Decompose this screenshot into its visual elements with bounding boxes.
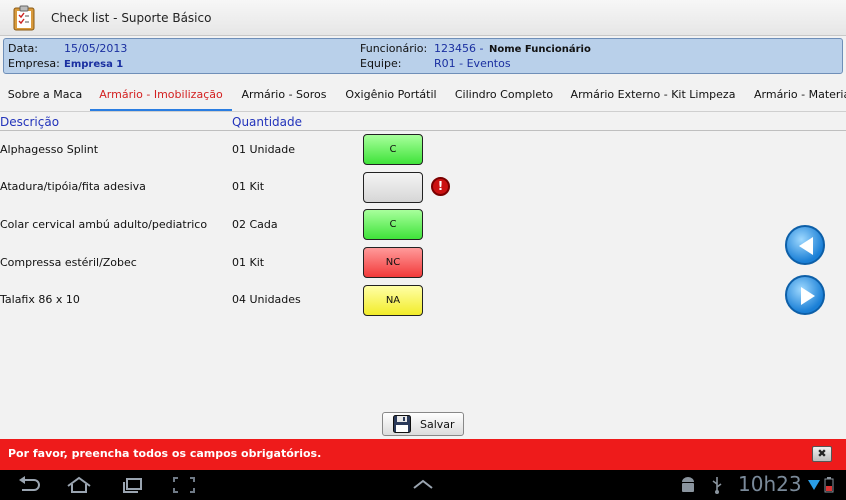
tab-armario-imobilizacao[interactable]: Armário - Imobilização	[90, 78, 232, 111]
item-descricao: Atadura/tipóia/fita adesiva	[0, 180, 146, 193]
empresa-value: Empresa 1	[64, 59, 124, 70]
empresa-label: Empresa:	[8, 57, 60, 70]
error-bar: Por favor, preencha todos os campos obri…	[0, 439, 846, 470]
equipe-value: R01 - Eventos	[434, 57, 511, 70]
clock: 10h23	[738, 472, 802, 496]
tab-armario-materia[interactable]: Armário - Materia	[744, 78, 846, 111]
usb-icon	[710, 476, 724, 497]
header-info: Data: 15/05/2013 Empresa: Empresa 1 Func…	[3, 38, 843, 74]
tab-cilindro-completo[interactable]: Cilindro Completo	[446, 78, 562, 111]
item-quantidade: 04 Unidades	[232, 293, 301, 306]
save-label: Salvar	[420, 417, 455, 431]
previous-arrow-icon[interactable]	[785, 225, 825, 265]
menu-up-icon[interactable]	[412, 478, 434, 493]
equipe-label: Equipe:	[360, 57, 402, 70]
item-descricao: Colar cervical ambú adulto/pediatrico	[0, 218, 208, 231]
tab-armario-externo-kit-limpeza[interactable]: Armário Externo - Kit Limpeza	[562, 78, 744, 111]
status-button[interactable]: NC	[363, 247, 423, 278]
status-button[interactable]: NA	[363, 285, 423, 316]
home-icon[interactable]	[66, 476, 92, 497]
wifi-icon	[808, 476, 820, 497]
title-bar: Check list - Suporte Básico	[0, 0, 846, 36]
status-button[interactable]	[363, 172, 423, 203]
alert-icon: !	[431, 177, 450, 196]
tab-bar: Sobre a Maca Armário - Imobilização Armá…	[0, 78, 846, 112]
save-button[interactable]: Salvar	[382, 412, 464, 436]
tab-armario-soros[interactable]: Armário - Soros	[232, 78, 336, 111]
item-descricao: Alphagesso Splint	[0, 143, 99, 156]
column-header-descricao: Descrição	[0, 115, 60, 129]
funcionario-id: 123456 -	[434, 42, 484, 55]
system-bar: 10h23	[0, 470, 846, 500]
funcionario-label: Funcionário:	[360, 42, 428, 55]
item-quantidade: 01 Kit	[232, 256, 265, 269]
data-value: 15/05/2013	[64, 42, 128, 55]
column-header-quantidade: Quantidade	[232, 115, 303, 129]
battery-icon	[824, 476, 834, 497]
screenshot-icon[interactable]	[172, 476, 196, 497]
back-icon[interactable]	[16, 476, 42, 497]
close-icon[interactable]: ✖	[812, 446, 832, 462]
clipboard-checklist-icon	[13, 5, 35, 31]
item-descricao: Compressa estéril/Zobec	[0, 256, 137, 269]
item-descricao: Talafix 86 x 10	[0, 293, 80, 306]
item-quantidade: 02 Cada	[232, 218, 278, 231]
header-divider	[0, 130, 846, 131]
tab-oxigenio-portatil[interactable]: Oxigênio Portátil	[336, 78, 446, 111]
floppy-disk-icon	[393, 415, 411, 433]
error-message: Por favor, preencha todos os campos obri…	[8, 447, 322, 460]
data-label: Data:	[8, 42, 38, 55]
next-arrow-icon[interactable]	[785, 275, 825, 315]
item-quantidade: 01 Unidade	[232, 143, 296, 156]
status-button[interactable]: C	[363, 134, 423, 165]
status-button[interactable]: C	[363, 209, 423, 240]
item-quantidade: 01 Kit	[232, 180, 265, 193]
android-icon	[680, 476, 696, 497]
recent-apps-icon[interactable]	[120, 476, 146, 497]
tab-sobre-a-maca[interactable]: Sobre a Maca	[0, 78, 90, 111]
window-title: Check list - Suporte Básico	[51, 10, 212, 25]
funcionario-nome: Nome Funcionário	[489, 44, 591, 55]
